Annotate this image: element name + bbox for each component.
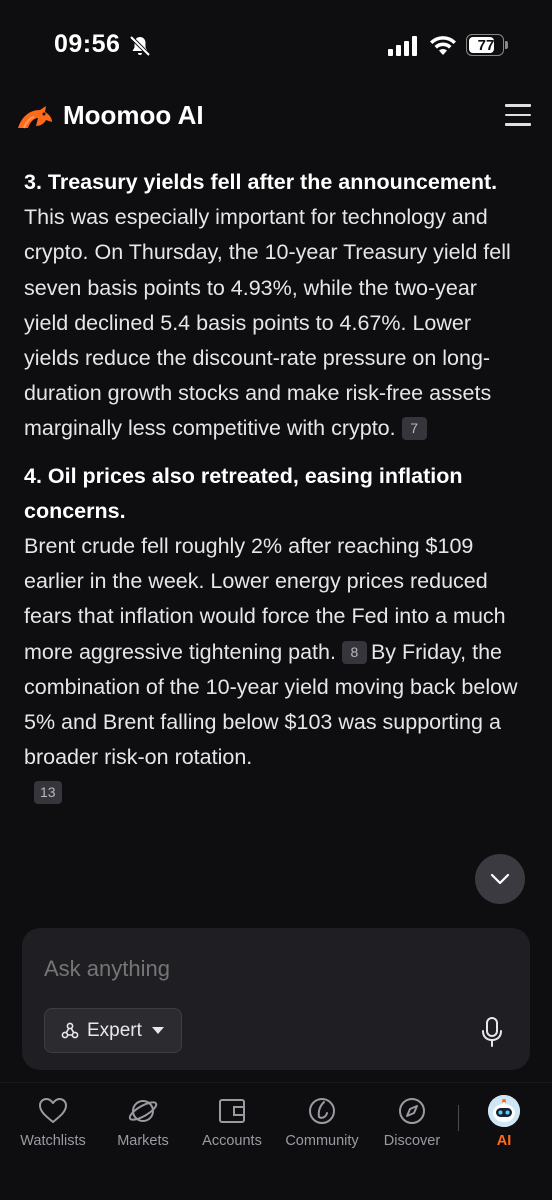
nav-label: Community: [285, 1133, 359, 1149]
section-heading: 3. Treasury yields fell after the announ…: [24, 170, 498, 194]
nav-item-accounts[interactable]: Accounts: [187, 1095, 277, 1149]
battery-indicator: 77: [466, 34, 508, 56]
nav-label: Watchlists: [20, 1133, 86, 1149]
expert-mode-select[interactable]: Expert: [44, 1008, 182, 1053]
section-heading: 4. Oil prices also retreated, easing inf…: [24, 463, 463, 523]
section-body: This was especially important for techno…: [24, 200, 524, 446]
status-bar: 09:56 77: [0, 0, 552, 90]
status-time: 09:56: [54, 30, 121, 58]
nav-label: Accounts: [202, 1133, 262, 1149]
bell-off-icon: [129, 35, 151, 57]
wallet-icon: [219, 1099, 245, 1123]
nav-item-community[interactable]: Community: [277, 1095, 367, 1149]
composer: Expert: [22, 928, 530, 1070]
citation-badge[interactable]: 8: [341, 640, 367, 664]
nav-item-discover[interactable]: Discover: [367, 1095, 457, 1149]
bottom-nav: Watchlists Markets Accounts Community Di…: [0, 1082, 552, 1200]
menu-icon[interactable]: [505, 104, 533, 128]
response-section-4: 4. Oil prices also retreated, easing inf…: [24, 459, 524, 811]
workflow-icon: [61, 1022, 79, 1038]
battery-label: 77: [477, 37, 495, 54]
ask-input[interactable]: [44, 956, 444, 982]
community-icon: [309, 1098, 335, 1124]
scroll-down-button[interactable]: [475, 854, 525, 904]
citation-badge[interactable]: 13: [34, 781, 62, 805]
citation-badge[interactable]: 7: [401, 417, 427, 441]
nav-item-markets[interactable]: Markets: [98, 1095, 188, 1149]
nav-item-watchlists[interactable]: Watchlists: [8, 1095, 98, 1149]
nav-label: Discover: [383, 1133, 441, 1149]
response-section-3: 3. Treasury yields fell after the announ…: [24, 165, 524, 447]
ai-avatar-icon: [488, 1095, 520, 1127]
moomoo-logo-icon: [18, 106, 52, 129]
section-body: Brent crude fell roughly 2% after reachi…: [24, 529, 524, 811]
app-title: Moomoo AI: [63, 100, 204, 130]
heart-icon: [39, 1098, 67, 1123]
planet-icon: [128, 1100, 158, 1122]
chevron-down-icon: [490, 873, 510, 885]
section-body-text: This was especially important for techno…: [24, 205, 511, 441]
wifi-icon: [430, 36, 456, 55]
nav-item-ai[interactable]: AI: [459, 1095, 549, 1149]
app-header: Moomoo AI: [0, 90, 552, 146]
signal-icon: [388, 36, 417, 56]
microphone-icon[interactable]: [480, 1016, 504, 1048]
ai-response: 3. Treasury yields fell after the announ…: [24, 165, 524, 823]
caret-down-icon: [151, 1026, 164, 1034]
nav-label: Markets: [117, 1133, 169, 1149]
nav-label: AI: [496, 1133, 512, 1149]
compass-icon: [399, 1098, 425, 1124]
expert-mode-label: Expert: [87, 1019, 142, 1041]
